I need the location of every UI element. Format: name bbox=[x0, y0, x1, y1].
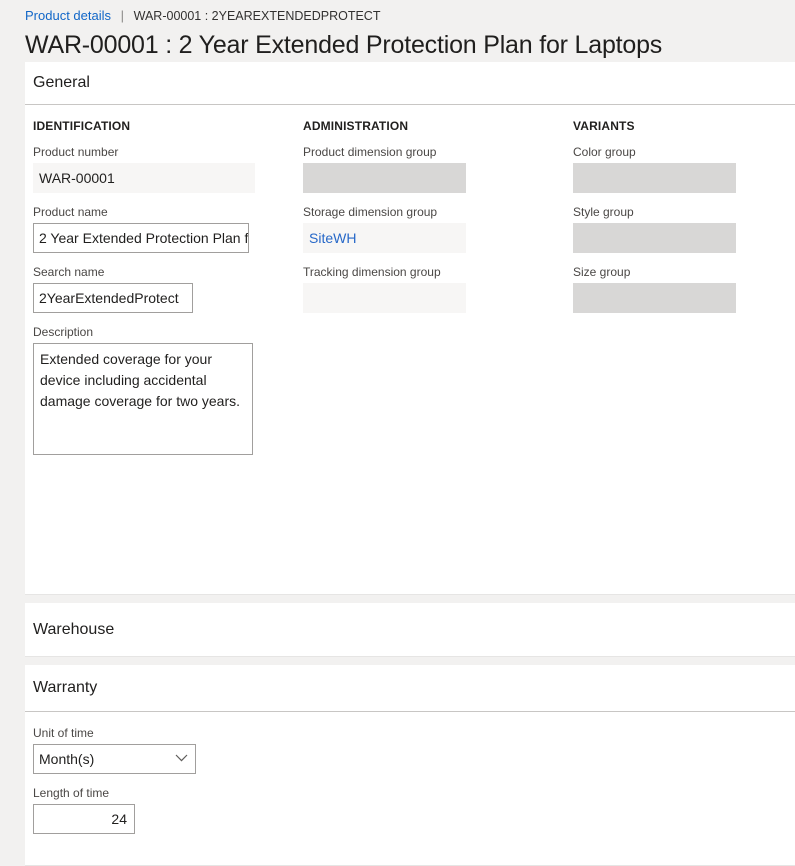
section-header-general[interactable]: General bbox=[25, 62, 795, 104]
section-warehouse: Warehouse bbox=[25, 603, 795, 657]
page-header: Product details | WAR-00001 : 2YEAREXTEN… bbox=[0, 0, 795, 62]
input-length-of-time[interactable]: 24 bbox=[33, 804, 135, 834]
field-description: Description Extended coverage for your d… bbox=[33, 325, 303, 455]
field-style-group: Style group bbox=[573, 205, 773, 253]
section-header-warehouse[interactable]: Warehouse bbox=[25, 603, 795, 657]
breadcrumb-current-item: WAR-00001 : 2YEAREXTENDEDPROTECT bbox=[133, 9, 381, 23]
section-body-general: IDENTIFICATION Product number WAR-00001 … bbox=[25, 105, 795, 595]
input-product-name[interactable]: 2 Year Extended Protection Plan for Lapt… bbox=[33, 223, 249, 253]
field-product-dimension-group: Product dimension group bbox=[303, 145, 573, 193]
label-unit-of-time: Unit of time bbox=[33, 726, 94, 740]
label-search-name: Search name bbox=[33, 265, 105, 279]
combo-unit-of-time[interactable]: Month(s) bbox=[33, 744, 196, 774]
input-style-group bbox=[573, 223, 736, 253]
section-title-warehouse: Warehouse bbox=[33, 621, 115, 638]
input-unit-of-time[interactable]: Month(s) bbox=[33, 744, 196, 774]
field-unit-of-time: Unit of time Month(s) bbox=[33, 726, 787, 774]
group-identification: IDENTIFICATION Product number WAR-00001 … bbox=[33, 119, 303, 467]
group-title-variants: VARIANTS bbox=[573, 119, 635, 133]
input-product-dimension-group bbox=[303, 163, 466, 193]
field-length-of-time: Length of time 24 bbox=[33, 786, 787, 834]
field-size-group: Size group bbox=[573, 265, 773, 313]
group-administration: ADMINISTRATION Product dimension group S… bbox=[303, 119, 573, 325]
label-description: Description bbox=[33, 325, 94, 339]
breadcrumb: Product details | WAR-00001 : 2YEAREXTEN… bbox=[25, 8, 795, 24]
input-description[interactable]: Extended coverage for your device includ… bbox=[33, 343, 253, 455]
label-product-name: Product name bbox=[33, 205, 108, 219]
input-storage-dimension-group[interactable]: SiteWH bbox=[303, 223, 466, 253]
panel-stack: General IDENTIFICATION Product number WA… bbox=[25, 62, 795, 866]
group-variants: VARIANTS Color group Style group Size gr… bbox=[573, 119, 773, 325]
label-product-dimension-group: Product dimension group bbox=[303, 145, 437, 159]
section-general: General IDENTIFICATION Product number WA… bbox=[25, 62, 795, 595]
general-columns: IDENTIFICATION Product number WAR-00001 … bbox=[33, 119, 787, 467]
group-title-identification: IDENTIFICATION bbox=[33, 119, 131, 133]
input-color-group bbox=[573, 163, 736, 193]
label-length-of-time: Length of time bbox=[33, 786, 110, 800]
section-title-general: General bbox=[33, 74, 90, 91]
label-size-group: Size group bbox=[573, 265, 631, 279]
field-tracking-dimension-group: Tracking dimension group bbox=[303, 265, 573, 313]
label-product-number: Product number bbox=[33, 145, 119, 159]
breadcrumb-separator: | bbox=[120, 8, 125, 23]
field-product-number: Product number WAR-00001 bbox=[33, 145, 303, 193]
label-color-group: Color group bbox=[573, 145, 636, 159]
input-search-name[interactable]: 2YearExtendedProtect bbox=[33, 283, 193, 313]
field-color-group: Color group bbox=[573, 145, 773, 193]
page-title: WAR-00001 : 2 Year Extended Protection P… bbox=[25, 31, 663, 59]
field-search-name: Search name 2YearExtendedProtect bbox=[33, 265, 303, 313]
label-tracking-dimension-group: Tracking dimension group bbox=[303, 265, 441, 279]
section-body-warranty: Unit of time Month(s) Length of time 24 bbox=[25, 712, 795, 866]
group-title-administration: ADMINISTRATION bbox=[303, 119, 409, 133]
input-size-group bbox=[573, 283, 736, 313]
input-tracking-dimension-group[interactable] bbox=[303, 283, 466, 313]
field-product-name: Product name 2 Year Extended Protection … bbox=[33, 205, 303, 253]
label-storage-dimension-group: Storage dimension group bbox=[303, 205, 438, 219]
label-style-group: Style group bbox=[573, 205, 634, 219]
section-warranty: Warranty Unit of time Month(s) Length of… bbox=[25, 665, 795, 866]
input-product-number[interactable]: WAR-00001 bbox=[33, 163, 255, 193]
section-title-warranty: Warranty bbox=[33, 679, 98, 696]
section-header-warranty[interactable]: Warranty bbox=[25, 665, 795, 711]
field-storage-dimension-group: Storage dimension group SiteWH bbox=[303, 205, 573, 253]
breadcrumb-link-product-details[interactable]: Product details bbox=[25, 8, 111, 23]
